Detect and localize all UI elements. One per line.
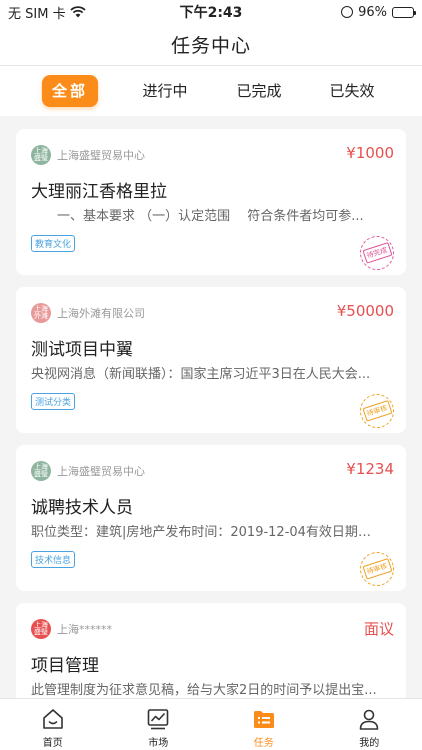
task-price: ¥50000 [336, 302, 394, 320]
nav-bar: 任务中心 [0, 24, 422, 66]
task-card[interactable]: 上海 盛璧 上海盛璧贸易中心 ¥1234 诚聘技术人员 职位类型：建筑|房地产发布… [16, 445, 406, 591]
home-icon [42, 709, 63, 729]
task-card[interactable]: 上海 外滩 上海外滩有限公司 ¥50000 测试项目中翼 央视网消息（新闻联播）：… [16, 287, 406, 433]
bottom-tab-label: 市场 [148, 738, 169, 749]
task-title: 大理丽江香格里拉 [31, 182, 167, 202]
task-card[interactable]: 上海 盛璧 上海****** 面议 项目管理 此管理制度为征求意见稿，给与大家2日… [16, 603, 406, 698]
company-logo: 上海 外滩 [31, 303, 51, 323]
profile-icon [359, 709, 379, 730]
task-title: 测试项目中翼 [31, 340, 133, 360]
status-stamp-label: 待完成 [361, 242, 393, 264]
task-title: 诚聘技术人员 [31, 498, 133, 518]
bottom-tab-task[interactable]: 任务 [211, 699, 317, 750]
task-description: 央视网消息（新闻联播）：国家主席习近平3日在人民大会... [31, 367, 371, 382]
tab-completed[interactable]: 已完成 [232, 75, 286, 107]
task-category-tag: 教育文化 [31, 235, 76, 252]
bottom-tab-profile[interactable]: 我的 [317, 699, 422, 750]
bottom-tab-market[interactable]: 市场 [106, 699, 212, 750]
page-title: 任务中心 [170, 35, 251, 57]
status-stamp: 待审核 [355, 547, 399, 591]
task-category-tag: 技术信息 [31, 551, 76, 568]
company-logo: 上海 盛璧 [31, 619, 51, 639]
company-logo: 上海 盛璧 [31, 145, 51, 165]
orientation-lock-icon [341, 6, 354, 18]
task-title: 项目管理 [31, 656, 99, 676]
status-stamp: 待审核 [355, 389, 399, 433]
task-price: ¥1234 [346, 460, 394, 478]
company-name: 上海盛璧贸易中心 [57, 149, 145, 162]
task-price: 面议 [363, 620, 394, 638]
tab-expired[interactable]: 已失效 [325, 75, 379, 107]
bottom-tab-label: 首页 [42, 738, 63, 749]
company-name: 上海****** [57, 623, 112, 636]
bottom-tab-bar: 首页 市场 任务 我的 [0, 698, 422, 750]
battery-percent: 96% [358, 4, 387, 20]
status-stamp-label: 待审核 [361, 400, 393, 422]
task-description: 此管理制度为征求意见稿，给与大家2日的时间予以提出宝... [31, 683, 377, 698]
filter-tabs: 全部 进行中 已完成 已失效 [0, 66, 422, 116]
task-category-tag: 测试分类 [31, 393, 76, 410]
market-chart-icon [147, 709, 169, 730]
task-list: 上海 盛璧 上海盛璧贸易中心 ¥1000 大理丽江香格里拉 一、基本要求 （一）认… [0, 116, 422, 698]
task-description: 职位类型：建筑|房地产发布时间：2019-12-04有效日期：... [31, 525, 383, 540]
card-company: 上海 外滩 上海外滩有限公司 [31, 303, 145, 323]
card-company: 上海 盛璧 上海****** [31, 619, 112, 639]
task-card[interactable]: 上海 盛璧 上海盛璧贸易中心 ¥1000 大理丽江香格里拉 一、基本要求 （一）认… [16, 129, 406, 275]
company-name: 上海盛璧贸易中心 [57, 465, 145, 478]
status-stamp: 待完成 [355, 231, 399, 275]
card-company: 上海 盛璧 上海盛璧贸易中心 [31, 145, 145, 165]
status-bar: 无 SIM 卡 下午2:43 96% [0, 0, 422, 24]
task-price: ¥1000 [346, 144, 394, 162]
bottom-tab-label: 我的 [359, 738, 380, 749]
task-list-icon [253, 711, 274, 728]
bottom-tab-home[interactable]: 首页 [0, 699, 106, 750]
tab-all[interactable]: 全部 [42, 75, 98, 107]
status-right: 96% [341, 4, 416, 20]
status-stamp-label: 待审核 [361, 558, 393, 580]
battery-icon [392, 6, 416, 18]
bottom-tab-label: 任务 [253, 738, 274, 749]
company-name: 上海外滩有限公司 [57, 307, 145, 320]
card-company: 上海 盛璧 上海盛璧贸易中心 [31, 461, 145, 481]
tab-in-progress[interactable]: 进行中 [138, 75, 192, 107]
task-description: 一、基本要求 （一）认定范围 符合条件者均可参... [31, 209, 364, 224]
company-logo: 上海 盛璧 [31, 461, 51, 481]
